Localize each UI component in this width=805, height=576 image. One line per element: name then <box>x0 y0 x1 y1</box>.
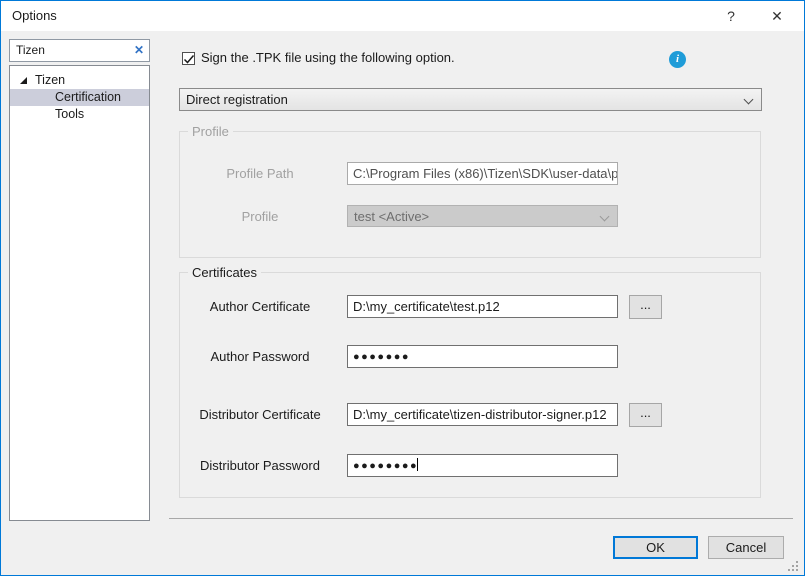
ok-button[interactable]: OK <box>613 536 698 559</box>
tree-item-label: Certification <box>55 89 121 106</box>
search-value: Tizen <box>16 40 45 61</box>
dropdown-value: Direct registration <box>186 89 288 110</box>
author-password-label: Author Password <box>184 345 336 368</box>
search-clear-icon[interactable]: ✕ <box>134 40 144 61</box>
separator <box>169 518 793 519</box>
author-certificate-value: D:\my_certificate\test.p12 <box>353 296 500 317</box>
registration-method-dropdown[interactable]: Direct registration <box>179 88 762 111</box>
author-certificate-browse-button[interactable]: ... <box>629 295 662 319</box>
profile-dropdown-value: test <Active> <box>354 206 429 227</box>
options-dialog: Options ? ✕ Tizen ✕ Tizen Certification … <box>0 0 805 576</box>
titlebar[interactable]: Options ? ✕ <box>1 1 804 31</box>
author-certificate-field[interactable]: D:\my_certificate\test.p12 <box>347 295 618 318</box>
profile-path-label: Profile Path <box>184 162 336 185</box>
tree-item-label: Tools <box>55 106 84 123</box>
profile-path-field: C:\Program Files (x86)\Tizen\SDK\user-da… <box>347 162 618 185</box>
tree-item-tools[interactable]: Tools <box>10 106 149 123</box>
author-password-field[interactable]: ●●●●●●● <box>347 345 618 368</box>
distributor-certificate-field[interactable]: D:\my_certificate\tizen-distributor-sign… <box>347 403 618 426</box>
certificates-group-title: Certificates <box>188 265 261 281</box>
chevron-down-icon <box>600 212 610 222</box>
info-icon[interactable]: i <box>669 51 686 68</box>
help-icon[interactable]: ? <box>714 1 748 31</box>
chevron-down-icon <box>744 95 754 105</box>
tree-item-certification[interactable]: Certification <box>10 89 149 106</box>
author-certificate-label: Author Certificate <box>184 295 336 318</box>
distributor-password-field[interactable]: ●●●●●●●● <box>347 454 618 477</box>
author-password-value: ●●●●●●● <box>353 346 410 368</box>
distributor-password-value: ●●●●●●●● <box>353 460 418 472</box>
search-input[interactable]: Tizen ✕ <box>9 39 150 62</box>
profile-group-title: Profile <box>188 124 233 140</box>
text-caret <box>417 458 418 471</box>
distributor-password-label: Distributor Password <box>184 454 336 477</box>
profile-path-value: C:\Program Files (x86)\Tizen\SDK\user-da… <box>353 163 618 184</box>
sign-tpk-label[interactable]: Sign the .TPK file using the following o… <box>201 46 455 70</box>
distributor-certificate-label: Distributor Certificate <box>184 403 336 426</box>
cancel-button[interactable]: Cancel <box>708 536 784 559</box>
profile-group: Profile Profile Path C:\Program Files (x… <box>179 131 761 258</box>
distributor-certificate-browse-button[interactable]: ... <box>629 403 662 427</box>
options-tree: Tizen Certification Tools <box>9 65 150 521</box>
certificates-group: Certificates Author Certificate D:\my_ce… <box>179 272 761 498</box>
close-icon[interactable]: ✕ <box>760 1 794 31</box>
resize-grip[interactable] <box>788 561 798 571</box>
profile-dropdown: test <Active> <box>347 205 618 227</box>
sign-tpk-checkbox[interactable] <box>182 52 195 65</box>
window-title: Options <box>12 1 57 31</box>
profile-label: Profile <box>184 205 336 228</box>
expand-triangle-icon[interactable] <box>20 77 27 84</box>
tree-item-tizen[interactable]: Tizen <box>10 72 149 89</box>
distributor-certificate-value: D:\my_certificate\tizen-distributor-sign… <box>353 404 607 425</box>
checkmark-icon <box>183 54 195 65</box>
tree-item-label: Tizen <box>35 72 65 89</box>
